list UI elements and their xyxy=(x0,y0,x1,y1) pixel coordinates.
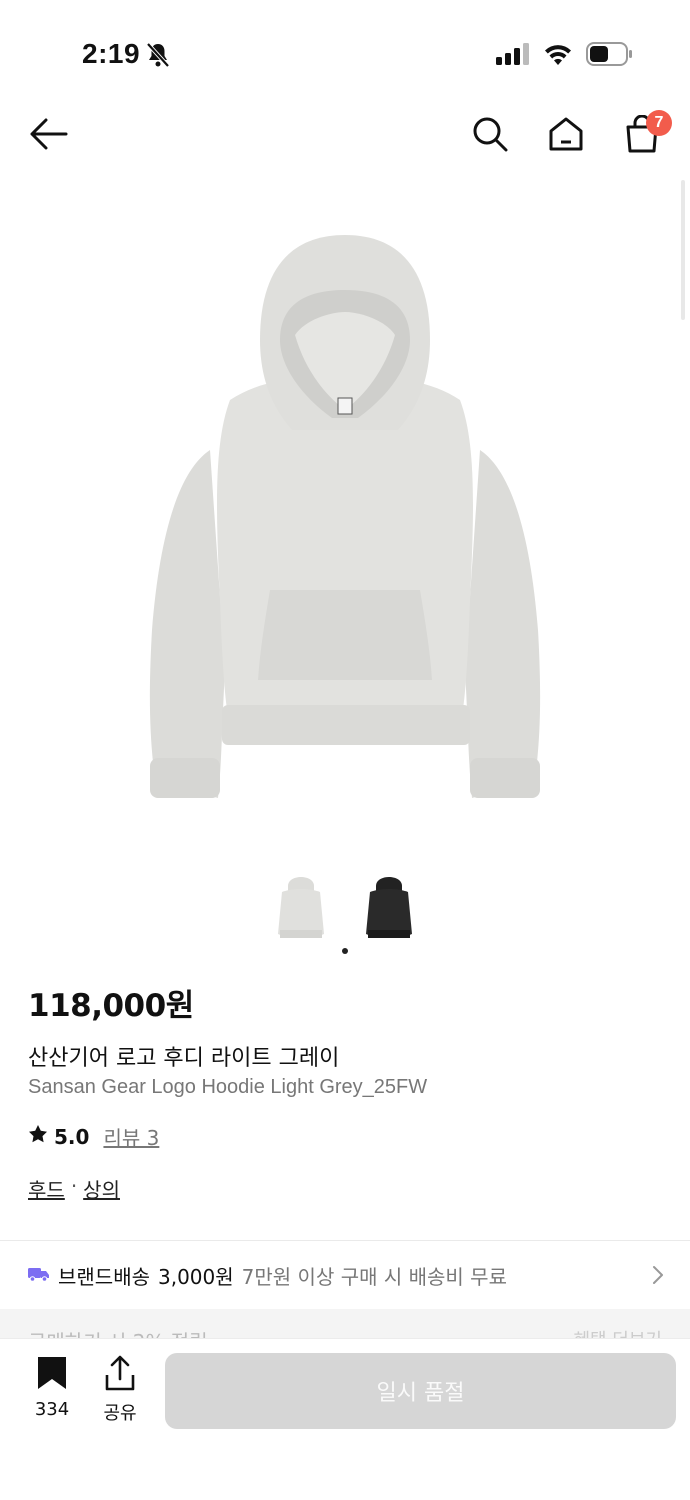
bookmark-icon xyxy=(36,1355,68,1395)
shipping-info-row[interactable]: 브랜드배송 3,000원 7만원 이상 구매 시 배송비 무료 xyxy=(0,1241,690,1309)
cellular-signal-icon xyxy=(496,43,530,69)
shipping-note: 7만원 이상 구매 시 배송비 무료 xyxy=(241,1264,507,1289)
status-bar: 2:19 xyxy=(0,0,690,100)
bottom-action-bar: 334 공유 일시 품절 xyxy=(0,1338,690,1500)
home-icon xyxy=(548,116,584,156)
cart-count-badge: 7 xyxy=(646,110,672,136)
rating-score: 5.0 xyxy=(54,1124,90,1149)
back-button[interactable] xyxy=(26,114,70,158)
bookmark-count: 334 xyxy=(34,1399,70,1420)
shipping-label: 브랜드배송 xyxy=(58,1264,150,1289)
review-link[interactable]: 리뷰 3 xyxy=(103,1122,159,1151)
peek-text-right: 혜택 더보기 xyxy=(573,1326,662,1338)
bell-slash-icon xyxy=(146,42,170,72)
share-button[interactable]: 공유 xyxy=(90,1355,150,1425)
delivery-truck-icon xyxy=(28,1263,50,1287)
search-button[interactable] xyxy=(468,114,512,158)
bookmark-button[interactable]: 334 xyxy=(22,1355,82,1420)
product-name-english: Sansan Gear Logo Hoodie Light Grey_25FW xyxy=(28,1076,428,1098)
product-price: 118,000원 xyxy=(28,988,194,1024)
scroll-indicator xyxy=(681,180,685,320)
home-button[interactable] xyxy=(544,114,588,158)
soldout-button[interactable]: 일시 품절 xyxy=(165,1353,676,1429)
wifi-icon xyxy=(544,43,572,69)
category-link-hood[interactable]: 후드 xyxy=(28,1174,65,1203)
category-breadcrumb: 후드 · 상의 xyxy=(28,1174,120,1203)
share-icon xyxy=(104,1355,136,1395)
battery-icon xyxy=(586,42,632,70)
category-link-top[interactable]: 상의 xyxy=(83,1174,120,1203)
thumbnail-light-grey[interactable] xyxy=(274,868,328,942)
peek-text-left: 구매하기 시 2% 적립 xyxy=(28,1326,208,1338)
carousel-dot xyxy=(342,948,348,954)
product-image[interactable] xyxy=(130,200,560,820)
cart-button[interactable]: 7 xyxy=(620,110,672,158)
product-name-korean: 산산기어 로고 후디 라이트 그레이 xyxy=(28,1046,340,1071)
shipping-fee: 3,000원 xyxy=(158,1264,234,1289)
category-separator: · xyxy=(70,1174,78,1198)
back-arrow-icon xyxy=(28,117,68,155)
search-icon xyxy=(472,116,508,156)
top-navigation: 7 xyxy=(0,100,690,170)
thumbnail-strip xyxy=(0,868,690,942)
star-icon xyxy=(28,1124,48,1149)
rating-row: 5.0 리뷰 3 xyxy=(28,1122,159,1151)
thumbnail-black[interactable] xyxy=(362,868,416,942)
share-label: 공유 xyxy=(103,1403,137,1424)
chevron-right-icon xyxy=(652,1265,664,1290)
status-time: 2:19 xyxy=(82,38,141,69)
